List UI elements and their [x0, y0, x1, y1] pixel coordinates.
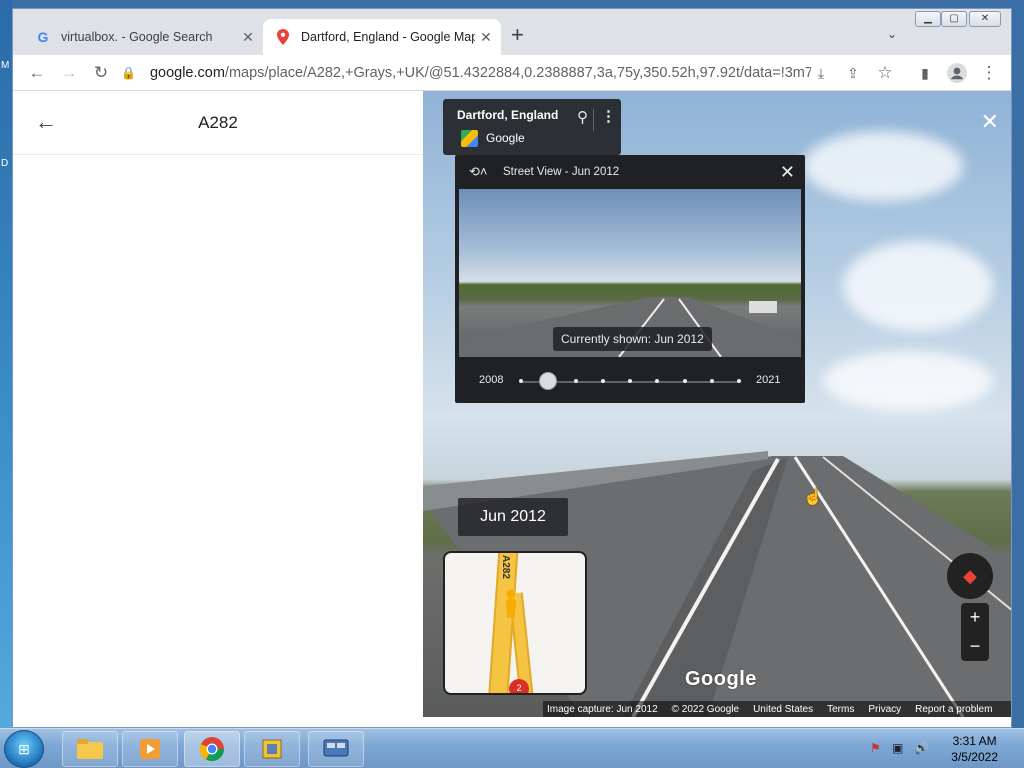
forward-arrow-icon[interactable]: → — [57, 61, 81, 85]
hand-cursor-icon: ☝ — [803, 489, 823, 506]
minimize-button[interactable]: ▁ — [915, 11, 941, 27]
divider — [593, 109, 594, 131]
timeline-tick[interactable] — [709, 379, 714, 383]
page-content: ← A282 ◀ Dartford, England Google — [13, 91, 1011, 727]
zoom-out-button[interactable]: − — [961, 632, 989, 661]
timeline-slider[interactable]: 2008 2021 — [455, 367, 805, 393]
history-icon[interactable]: ⟲˄ — [469, 164, 491, 180]
control-panel-icon[interactable] — [308, 731, 364, 767]
tab-strip: G virtualbox. - Google Search ✕ Dartford… — [13, 9, 1011, 55]
taskbar: ⊞ ⚑ ▣ 🔊 3:31 AM 3/5/2022 — [0, 728, 1024, 768]
footer-bar: Image capture: Jun 2012 © 2022 Google Un… — [543, 701, 1011, 717]
street-view[interactable]: Dartford, England Google ⚲ ⋮ ✕ ⟲˄ Street… — [423, 91, 1011, 717]
action-center-icon[interactable]: ⚑ — [870, 741, 881, 755]
more-options-icon[interactable]: ⋮ — [601, 107, 616, 125]
side-panel-icon[interactable]: ▮ — [913, 61, 937, 85]
close-window-button[interactable]: ✕ — [969, 11, 1001, 27]
browser-toolbar: ← → ↻ 🔒 google.com/maps/place/A282,+Gray… — [13, 55, 1011, 91]
network-icon[interactable]: ▣ — [892, 741, 903, 755]
lock-icon: 🔒 — [121, 66, 136, 80]
time-machine-panel: ⟲˄ Street View - Jun 2012 ✕ Currently sh… — [455, 155, 805, 403]
timeline-tick[interactable] — [600, 379, 605, 383]
maps-pin-icon — [275, 29, 291, 45]
close-icon[interactable]: ✕ — [475, 29, 497, 46]
timeline-tick[interactable] — [737, 379, 741, 383]
copyright: © 2022 Google — [671, 703, 740, 715]
clock-date: 3/5/2022 — [951, 750, 998, 764]
chrome-icon[interactable] — [184, 731, 240, 767]
compass-icon[interactable]: ◆ — [947, 553, 993, 599]
minimap-road-label: A282 — [500, 555, 511, 579]
timeline-tick[interactable] — [628, 379, 632, 383]
historical-preview-image[interactable]: Currently shown: Jun 2012 — [459, 189, 801, 357]
desktop-edge: M D — [0, 0, 12, 728]
timeline-knob[interactable] — [539, 372, 558, 390]
browser-window: G virtualbox. - Google Search ✕ Dartford… — [12, 8, 1012, 728]
zoom-control: + − — [961, 603, 989, 661]
timeline-tick[interactable] — [573, 379, 578, 383]
terms-link[interactable]: Terms — [827, 704, 854, 715]
info-attribution: Google — [486, 131, 525, 145]
media-player-icon[interactable] — [122, 731, 178, 767]
url-path: /maps/place/A282,+Grays,+UK/@51.4322884,… — [224, 65, 811, 81]
clock[interactable]: 3:31 AM 3/5/2022 — [951, 733, 998, 765]
desktop-icon-label-fragment: M — [1, 60, 10, 71]
google-maps-icon — [461, 130, 478, 147]
back-arrow-icon[interactable]: ← — [25, 61, 49, 85]
region-link[interactable]: United States — [753, 704, 813, 715]
place-title: A282 — [198, 113, 238, 132]
system-tray: ⚑ ▣ 🔊 3:31 AM 3/5/2022 — [864, 729, 1024, 768]
currently-shown-tooltip: Currently shown: Jun 2012 — [553, 327, 712, 351]
panel-header: ← A282 — [13, 91, 423, 155]
image-capture-date: Image capture: Jun 2012 — [547, 703, 658, 715]
reload-icon[interactable]: ↻ — [89, 61, 113, 85]
timeline-tick[interactable] — [682, 379, 687, 383]
google-g-icon: G — [37, 29, 49, 45]
address-bar[interactable]: 🔒 google.com/maps/place/A282,+Grays,+UK/… — [121, 59, 811, 87]
year-start-label: 2008 — [479, 374, 504, 386]
location-info-card: Dartford, England Google ⚲ ⋮ — [443, 99, 621, 155]
zoom-in-button[interactable]: + — [961, 603, 989, 632]
place-panel: ← A282 — [13, 91, 423, 717]
tab-title: Dartford, England - Google Maps — [301, 30, 475, 44]
date-badge: Jun 2012 — [458, 498, 568, 536]
url-host: google.com — [149, 65, 225, 81]
new-tab-button[interactable]: + — [511, 23, 524, 47]
year-end-label: 2021 — [756, 374, 781, 386]
minimap-marker: 2 — [509, 679, 529, 693]
close-street-view-button[interactable]: ✕ — [981, 109, 999, 135]
report-problem-link[interactable]: Report a problem — [915, 704, 992, 715]
tab-google-search[interactable]: G virtualbox. - Google Search ✕ — [23, 19, 263, 55]
profile-avatar-icon[interactable] — [945, 61, 969, 85]
pegman-icon — [501, 589, 521, 621]
time-machine-label: Street View - Jun 2012 — [503, 166, 620, 178]
start-button[interactable]: ⊞ — [4, 730, 44, 768]
tab-title: virtualbox. - Google Search — [61, 30, 213, 44]
privacy-link[interactable]: Privacy — [868, 704, 901, 715]
menu-dots-icon[interactable]: ⋮ — [977, 61, 1001, 85]
timeline-tick[interactable] — [519, 379, 523, 383]
share-icon[interactable]: ⇪ — [841, 61, 865, 85]
tab-google-maps[interactable]: Dartford, England - Google Maps ✕ — [263, 19, 501, 55]
close-icon[interactable]: ✕ — [780, 162, 795, 183]
volume-icon[interactable]: 🔊 — [914, 741, 929, 755]
install-icon[interactable]: ⤓ — [809, 61, 833, 85]
minimap[interactable]: A282 2 — [443, 551, 587, 695]
file-explorer-icon[interactable] — [62, 731, 118, 767]
desktop-icon-label-fragment: D — [1, 158, 9, 169]
time-machine-header: ⟲˄ Street View - Jun 2012 ✕ — [455, 155, 805, 189]
maximize-button[interactable]: ▢ — [941, 11, 967, 27]
info-place-name: Dartford, England — [457, 108, 559, 122]
google-logo: Google — [685, 668, 757, 690]
bookmark-star-icon[interactable]: ☆ — [873, 61, 897, 85]
clock-time: 3:31 AM — [952, 734, 997, 748]
close-icon[interactable]: ✕ — [237, 29, 259, 46]
virtualbox-icon[interactable] — [244, 731, 300, 767]
tab-search-icon[interactable]: ⌄ — [887, 27, 897, 41]
pin-icon[interactable]: ⚲ — [577, 108, 588, 126]
